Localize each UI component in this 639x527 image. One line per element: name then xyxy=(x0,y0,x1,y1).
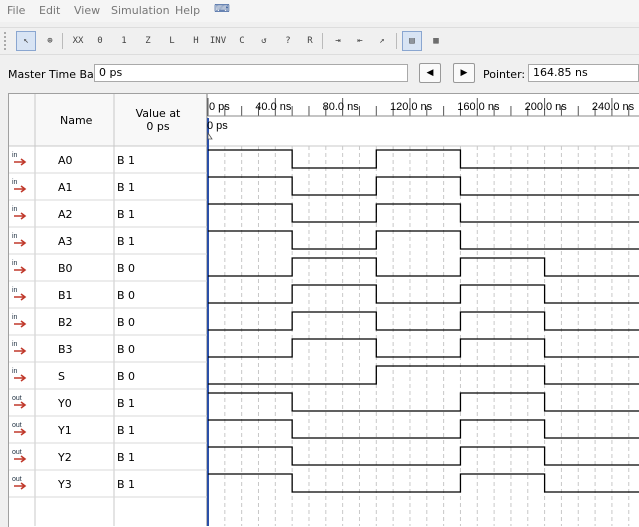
signal-waveform xyxy=(208,419,639,439)
signal-waveform xyxy=(208,176,639,196)
input-pin-icon: in xyxy=(12,366,32,384)
svg-text:in: in xyxy=(12,233,18,240)
svg-text:in: in xyxy=(12,206,18,213)
value-header-line2: 0 ps xyxy=(146,120,170,133)
waveform-canvas[interactable]: 0 ps 40.0 ns 80.0 ns 120.0 ns 160.0 ns 200.0 … xyxy=(0,0,639,526)
signal-waveform xyxy=(208,203,639,223)
signal-name[interactable]: B0 xyxy=(58,262,73,275)
name-column-header[interactable]: Name xyxy=(60,114,92,127)
signal-value: B 0 xyxy=(117,289,136,302)
signal-name[interactable]: Y2 xyxy=(58,451,72,464)
input-pin-icon: in xyxy=(12,177,32,195)
time-tick-label: 120.0 ns xyxy=(390,101,433,113)
signal-waveform xyxy=(208,473,639,493)
signal-name[interactable]: A1 xyxy=(58,181,73,194)
svg-text:in: in xyxy=(12,368,18,375)
svg-text:in: in xyxy=(12,287,18,294)
time-tick-label: 240.0 ns xyxy=(592,101,635,113)
signal-value: B 1 xyxy=(117,451,136,464)
svg-text:in: in xyxy=(12,260,18,267)
time-tick-label: 40.0 ns xyxy=(255,101,292,113)
signal-waveform xyxy=(208,257,639,277)
signal-name[interactable]: A3 xyxy=(58,235,73,248)
output-pin-icon: out xyxy=(12,447,32,465)
signal-waveform xyxy=(208,230,639,250)
time-tick-label: 200.0 ns xyxy=(525,101,568,113)
input-pin-icon: in xyxy=(12,258,32,276)
signal-value: B 1 xyxy=(117,397,136,410)
signal-waveform xyxy=(208,149,639,169)
signal-waveform xyxy=(208,365,639,385)
input-pin-icon: in xyxy=(12,285,32,303)
signal-name[interactable]: Y3 xyxy=(58,478,72,491)
svg-text:in: in xyxy=(12,179,18,186)
signal-value: B 1 xyxy=(117,181,136,194)
signal-waveform xyxy=(208,446,639,466)
signal-name[interactable]: Y1 xyxy=(58,424,72,437)
signal-value: B 1 xyxy=(117,235,136,248)
signal-name[interactable]: B2 xyxy=(58,316,73,329)
value-header-line1: Value at xyxy=(135,107,181,120)
svg-text:out: out xyxy=(12,449,22,456)
svg-text:in: in xyxy=(12,341,18,348)
time-tick-label: 160.0 ns xyxy=(457,101,500,113)
signal-value: B 1 xyxy=(117,478,136,491)
svg-text:in: in xyxy=(12,314,18,321)
signal-name[interactable]: B3 xyxy=(58,343,73,356)
input-pin-icon: in xyxy=(12,150,32,168)
input-pin-icon: in xyxy=(12,312,32,330)
input-pin-icon: in xyxy=(12,204,32,222)
signal-value: B 0 xyxy=(117,370,136,383)
signal-name[interactable]: A0 xyxy=(58,154,73,167)
master-time-bar-cursor-label: 0 ps xyxy=(207,120,228,132)
input-pin-icon: in xyxy=(12,231,32,249)
input-pin-icon: in xyxy=(12,339,32,357)
signal-waveform xyxy=(208,311,639,331)
signal-waveform xyxy=(208,338,639,358)
signal-name[interactable]: B1 xyxy=(58,289,73,302)
signal-name[interactable]: A2 xyxy=(58,208,73,221)
signal-value: B 1 xyxy=(117,208,136,221)
output-pin-icon: out xyxy=(12,393,32,411)
signal-value: B 1 xyxy=(117,424,136,437)
output-pin-icon: out xyxy=(12,420,32,438)
output-pin-icon: out xyxy=(12,474,32,492)
signal-value: B 1 xyxy=(117,154,136,167)
svg-text:in: in xyxy=(12,152,18,159)
svg-text:out: out xyxy=(12,476,22,483)
value-column-header[interactable]: Value at 0 ps xyxy=(118,107,198,133)
signal-name[interactable]: S xyxy=(58,370,65,383)
signal-value: B 0 xyxy=(117,262,136,275)
signal-value: B 0 xyxy=(117,343,136,356)
signal-waveform xyxy=(208,392,639,412)
cursor-marker-icon xyxy=(207,131,213,140)
signal-name[interactable]: Y0 xyxy=(58,397,72,410)
time-tick-label: 80.0 ns xyxy=(323,101,360,113)
signal-value: B 0 xyxy=(117,316,136,329)
svg-text:out: out xyxy=(12,395,22,402)
signal-waveform xyxy=(208,284,639,304)
time-tick-label: 0 ps xyxy=(209,101,230,113)
svg-text:out: out xyxy=(12,422,22,429)
